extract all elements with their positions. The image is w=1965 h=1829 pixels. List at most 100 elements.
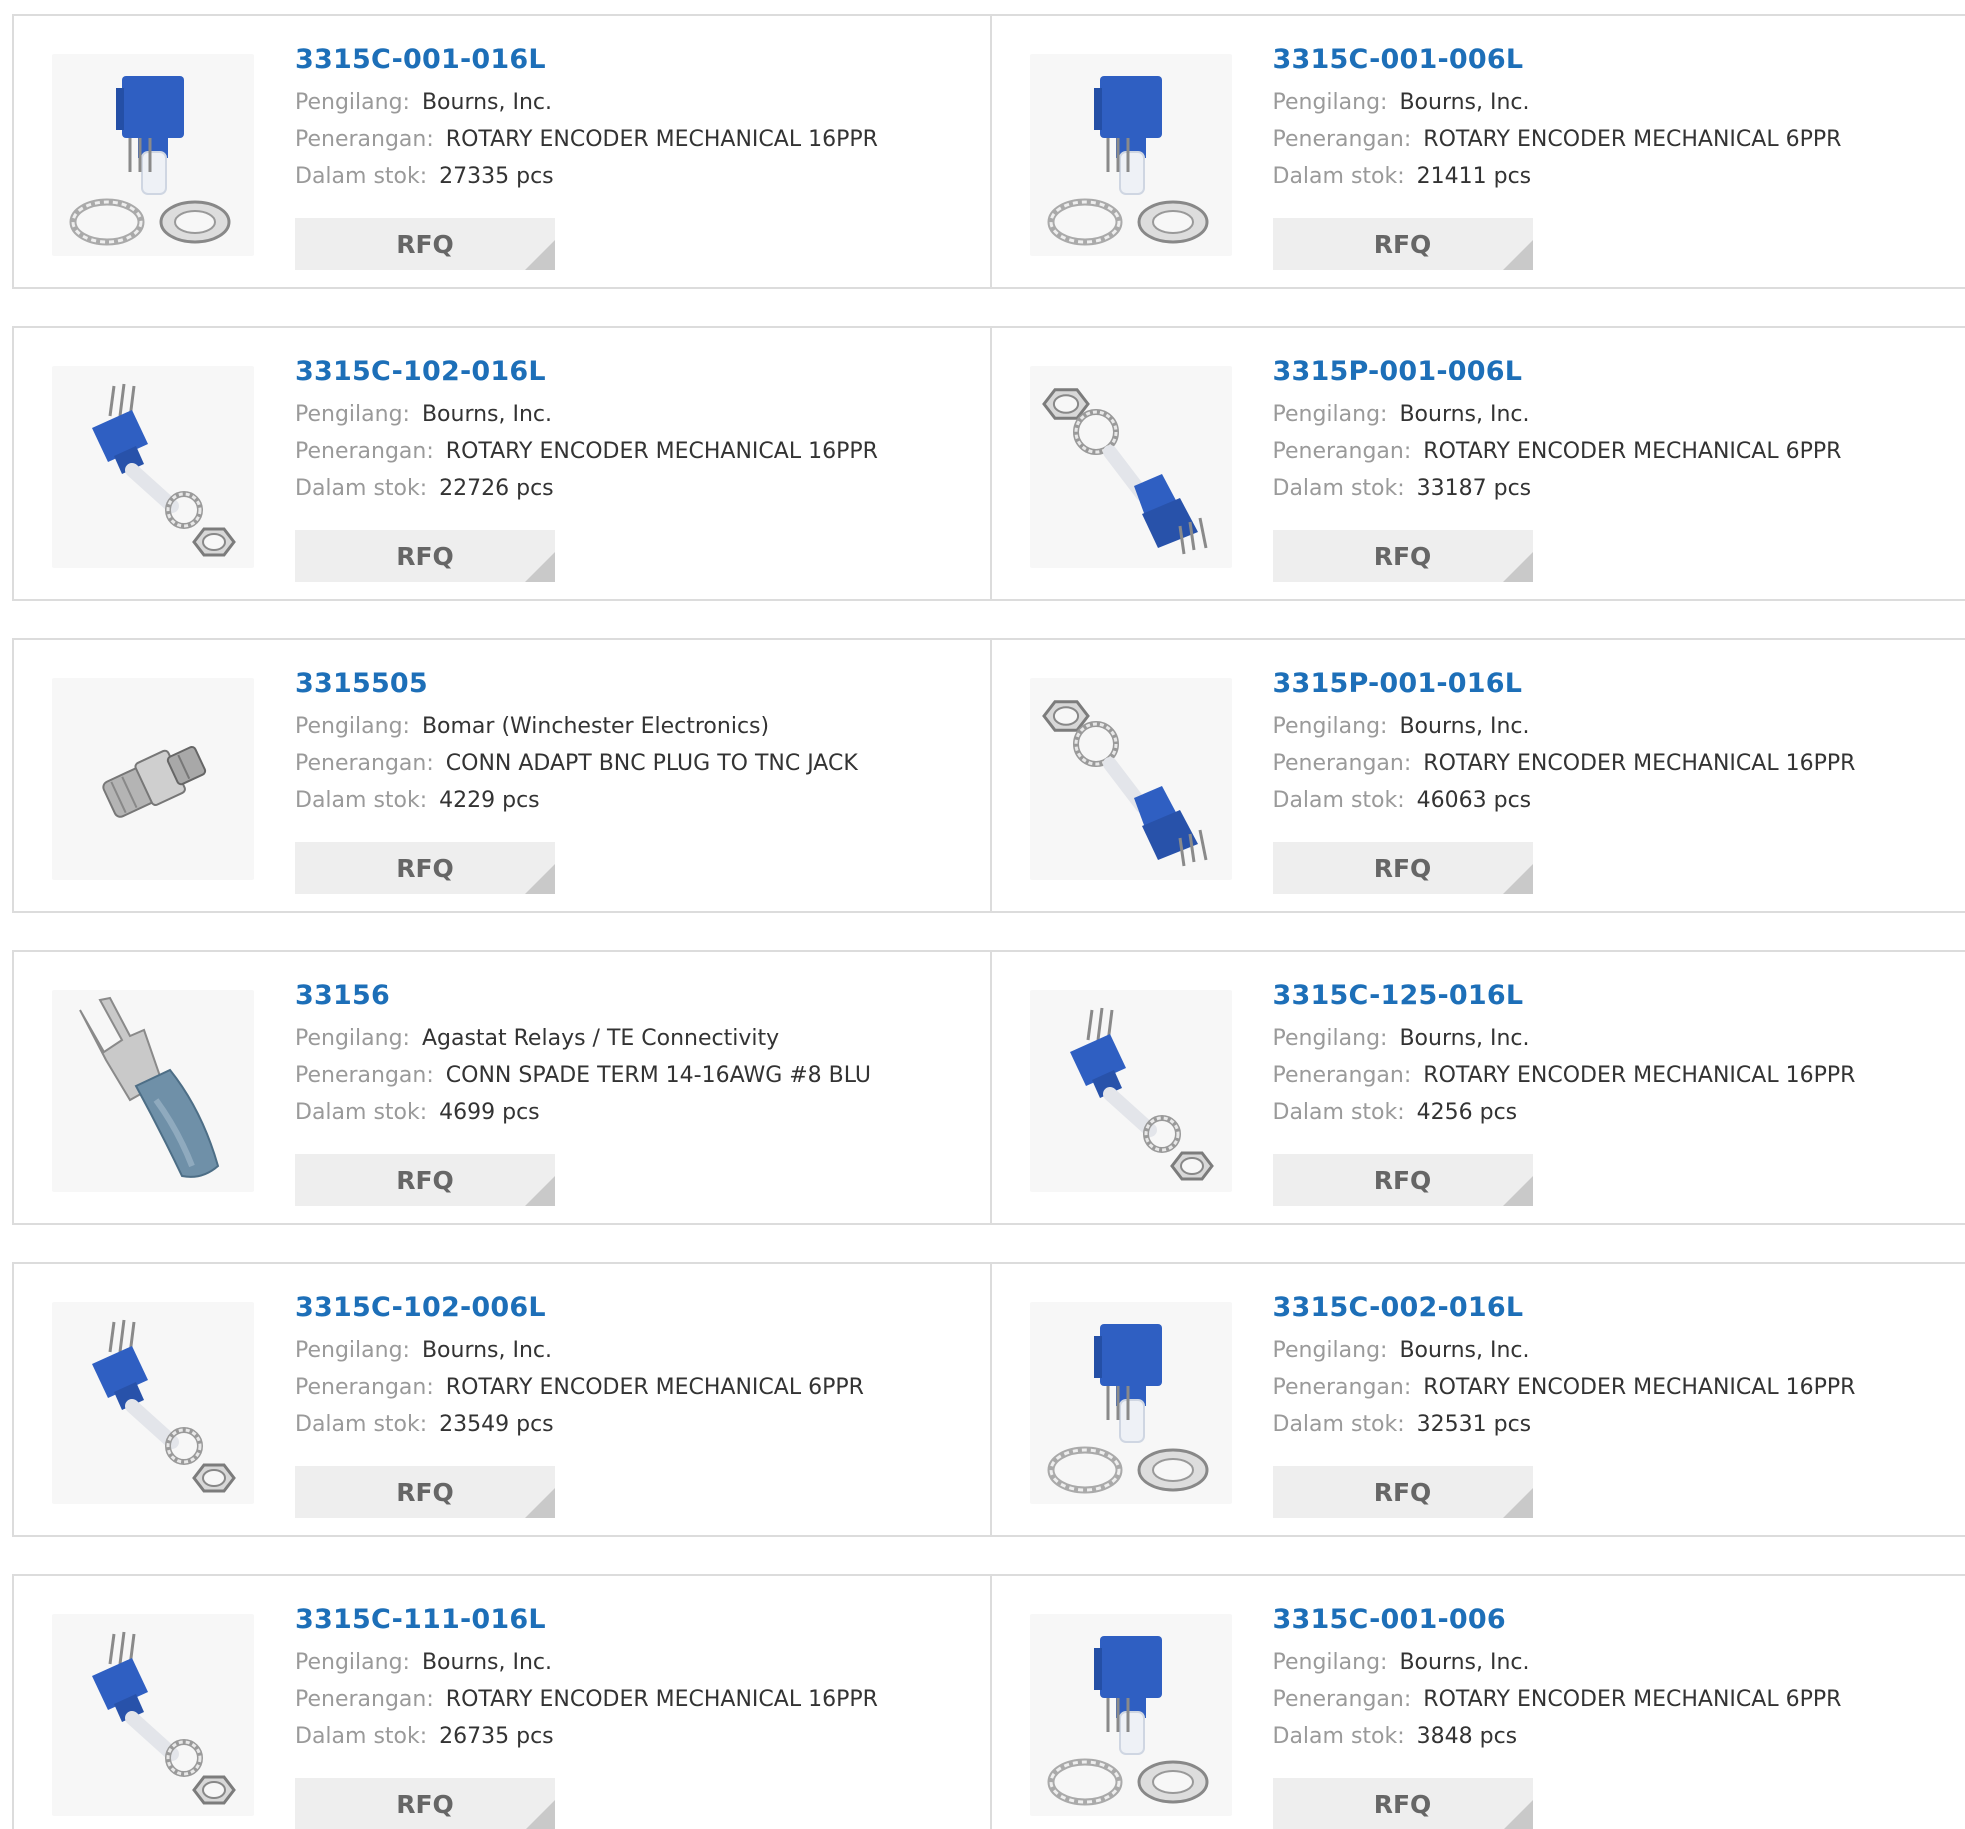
corner-triangle-icon <box>1502 1488 1533 1518</box>
manufacturer-label: Pengilang: <box>1272 402 1388 427</box>
manufacturer-value: Bourns, Inc. <box>421 402 553 427</box>
corner-triangle-icon <box>525 240 555 270</box>
part-number-link[interactable]: 3315C-002-016L <box>1273 1292 1956 1332</box>
rfq-label: RFQ <box>1373 1477 1432 1507</box>
stock-value: 33187 pcs <box>1416 476 1532 501</box>
product-thumbnail[interactable] <box>52 678 254 880</box>
rfq-label: RFQ <box>1373 1789 1432 1819</box>
product-thumbnail[interactable] <box>52 54 254 256</box>
stock-value: 23549 pcs <box>439 1412 554 1437</box>
part-number-link[interactable]: 3315C-125-016L <box>1273 980 1956 1020</box>
product-thumbnail[interactable] <box>1029 1302 1232 1504</box>
rfq-label: RFQ <box>396 1789 454 1819</box>
stock-label: Dalam stok: <box>1272 788 1405 813</box>
encoder-panel-icon <box>1041 700 1207 867</box>
rfq-button[interactable]: RFQ <box>1272 218 1533 270</box>
part-number-link[interactable]: 3315C-102-016L <box>295 356 980 396</box>
manufacturer-value: Bourns, Inc. <box>1399 1026 1530 1051</box>
product-row: 3315505 Pengilang: Bomar (Winchester Elec… <box>12 638 1965 913</box>
description-label: Penerangan: <box>1272 751 1412 776</box>
product-thumbnail[interactable] <box>52 1614 254 1816</box>
stock-label: Dalam stok: <box>1272 1100 1405 1125</box>
product-row: 3315C-001-016L Pengilang: Bourns, Inc. Pe… <box>12 14 1965 289</box>
rfq-button[interactable]: RFQ <box>295 1154 555 1206</box>
rfq-label: RFQ <box>1373 541 1432 571</box>
product-card: 3315C-102-016L Pengilang: Bourns, Inc. Pe… <box>14 328 990 599</box>
manufacturer-label: Pengilang: <box>1272 90 1388 115</box>
description-label: Penerangan: <box>1272 439 1412 464</box>
part-number-link[interactable]: 3315P-001-006L <box>1273 356 1956 396</box>
part-number-link[interactable]: 3315P-001-016L <box>1273 668 1956 708</box>
description-value: ROTARY ENCODER MECHANICAL 16PPR <box>445 1687 878 1712</box>
rfq-button[interactable]: RFQ <box>295 218 555 270</box>
manufacturer-label: Pengilang: <box>295 90 410 115</box>
product-thumbnail[interactable] <box>52 366 254 568</box>
description-value: CONN ADAPT BNC PLUG TO TNC JACK <box>445 751 858 776</box>
rfq-button[interactable]: RFQ <box>295 530 555 582</box>
manufacturer-value: Agastat Relays / TE Connectivity <box>421 1026 780 1051</box>
stock-value: 4699 pcs <box>439 1100 540 1125</box>
description-value: ROTARY ENCODER MECHANICAL 16PPR <box>1423 1063 1856 1088</box>
product-card: 3315C-001-006L Pengilang: Bourns, Inc. Pe… <box>989 16 1965 287</box>
product-thumbnail[interactable] <box>1029 1614 1232 1816</box>
manufacturer-value: Bourns, Inc. <box>1399 90 1530 115</box>
rfq-button[interactable]: RFQ <box>295 842 555 894</box>
part-number-link[interactable]: 3315C-102-006L <box>295 1292 980 1332</box>
rfq-button[interactable]: RFQ <box>1272 1154 1533 1206</box>
stock-value: 27335 pcs <box>439 164 554 189</box>
stock-value: 46063 pcs <box>1416 788 1532 813</box>
manufacturer-value: Bourns, Inc. <box>421 1650 553 1675</box>
product-thumbnail[interactable] <box>52 990 254 1192</box>
rfq-button[interactable]: RFQ <box>1272 842 1533 894</box>
rfq-button[interactable]: RFQ <box>1272 1466 1533 1518</box>
corner-triangle-icon <box>525 1176 555 1206</box>
part-number-link[interactable]: 3315C-001-016L <box>295 44 980 84</box>
description-label: Penerangan: <box>295 127 434 152</box>
manufacturer-label: Pengilang: <box>295 1650 410 1675</box>
description-label: Penerangan: <box>295 1375 434 1400</box>
rfq-label: RFQ <box>396 541 454 571</box>
description-value: CONN SPADE TERM 14-16AWG #8 BLU <box>445 1063 872 1088</box>
description-label: Penerangan: <box>295 1687 434 1712</box>
part-number-link[interactable]: 3315505 <box>295 668 980 708</box>
encoder-upright-icon <box>1047 1324 1208 1494</box>
product-thumbnail[interactable] <box>52 1302 254 1504</box>
encoder-angled-icon <box>92 383 236 557</box>
rfq-button[interactable]: RFQ <box>295 1466 555 1518</box>
part-number-link[interactable]: 3315C-001-006 <box>1273 1604 1956 1644</box>
description-label: Penerangan: <box>295 751 434 776</box>
product-thumbnail[interactable] <box>1029 678 1232 880</box>
product-card: 3315C-001-016L Pengilang: Bourns, Inc. Pe… <box>14 16 990 287</box>
encoder-angled-icon <box>92 1319 236 1493</box>
corner-triangle-icon <box>1502 1800 1533 1829</box>
part-number-link[interactable]: 33156 <box>295 980 980 1020</box>
stock-label: Dalam stok: <box>295 164 428 189</box>
manufacturer-label: Pengilang: <box>1272 714 1388 739</box>
corner-triangle-icon <box>525 1800 555 1829</box>
product-row: 3315C-102-016L Pengilang: Bourns, Inc. Pe… <box>12 326 1965 601</box>
description-label: Penerangan: <box>1272 127 1412 152</box>
part-number-link[interactable]: 3315C-111-016L <box>295 1604 980 1644</box>
manufacturer-label: Pengilang: <box>295 714 410 739</box>
stock-value: 22726 pcs <box>439 476 554 501</box>
encoder-upright-icon <box>1047 1636 1208 1806</box>
rfq-button[interactable]: RFQ <box>1272 1778 1533 1829</box>
stock-value: 26735 pcs <box>439 1724 554 1749</box>
product-thumbnail[interactable] <box>1029 54 1232 256</box>
product-thumbnail[interactable] <box>1029 990 1232 1192</box>
rfq-label: RFQ <box>1373 853 1432 883</box>
product-thumbnail[interactable] <box>1029 366 1232 568</box>
product-card: 3315505 Pengilang: Bomar (Winchester Elec… <box>14 640 990 911</box>
corner-triangle-icon <box>1502 1176 1533 1206</box>
rfq-button[interactable]: RFQ <box>295 1778 555 1829</box>
part-number-link[interactable]: 3315C-001-006L <box>1273 44 1956 84</box>
description-value: ROTARY ENCODER MECHANICAL 6PPR <box>445 1375 864 1400</box>
rfq-button[interactable]: RFQ <box>1272 530 1533 582</box>
description-label: Penerangan: <box>1272 1063 1412 1088</box>
corner-triangle-icon <box>525 1488 555 1518</box>
manufacturer-value: Bourns, Inc. <box>1399 402 1530 427</box>
encoder-panel-icon <box>1041 388 1207 555</box>
manufacturer-value: Bourns, Inc. <box>1399 714 1530 739</box>
rfq-label: RFQ <box>1373 1165 1432 1195</box>
manufacturer-value: Bourns, Inc. <box>1399 1650 1530 1675</box>
